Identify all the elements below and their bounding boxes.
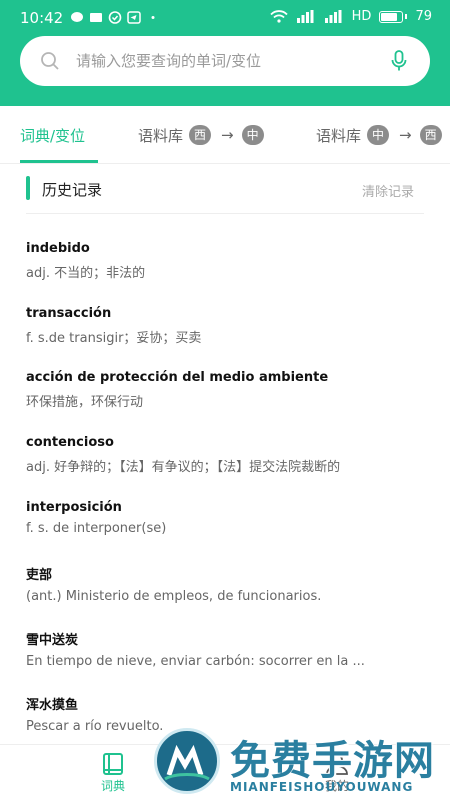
watermark-text: 免费手游网 xyxy=(230,738,435,784)
mail-icon xyxy=(90,13,102,22)
status-right: HD 79 xyxy=(270,9,432,24)
list-item[interactable]: 雪中送炭 En tiempo de nieve, enviar carbón: … xyxy=(26,616,426,681)
telegram-icon xyxy=(127,11,141,24)
status-time: 10:42 xyxy=(20,9,64,27)
list-item-definition: En tiempo de nieve, enviar carbón: socor… xyxy=(26,654,365,670)
check-circle-icon xyxy=(108,11,122,24)
history-header: 历史记录 清除记录 xyxy=(26,172,424,214)
search-icon xyxy=(41,52,59,70)
history-title: 历史记录 xyxy=(42,181,103,199)
search-input[interactable] xyxy=(76,48,376,74)
watermark-logo xyxy=(154,728,220,794)
clear-history-button[interactable]: 清除记录 xyxy=(362,181,414,200)
signal-icon xyxy=(296,10,314,23)
lang-badge-to: 西 xyxy=(419,125,442,145)
search-box[interactable] xyxy=(20,36,430,86)
list-item-definition: adj. 不当的；非法的 xyxy=(26,266,146,281)
wifi-icon xyxy=(270,10,288,23)
list-item-definition: 环保措施，环保行动 xyxy=(26,395,144,411)
book-icon xyxy=(103,753,123,775)
notification-icons xyxy=(70,11,160,24)
nav-dictionary[interactable]: 词典 xyxy=(68,745,158,800)
battery-icon xyxy=(379,10,404,23)
list-item-definition: (ant.) Ministerio de empleos, de funcion… xyxy=(26,589,322,605)
list-item-definition: adj. 好争辩的；【法】有争议的；【法】提交法院裁断的 xyxy=(26,460,341,476)
list-item[interactable]: transacción f. s.de transigir；妥协；买卖 xyxy=(26,293,426,358)
list-item-word: indebido xyxy=(26,241,90,256)
lang-badge-to: 中 xyxy=(241,125,264,145)
watermark-subtext: MIANFEISHOUYOUWANG xyxy=(230,780,414,794)
list-item-word: 雪中送炭 xyxy=(26,633,79,649)
tab-bar: 词典/变位 语料库 西 → 中 语料库 中 → 西 xyxy=(0,106,450,164)
tab-corpus-es-zh[interactable]: 语料库 西 → 中 xyxy=(138,106,264,163)
list-item[interactable]: 吏部 (ant.) Ministerio de empleos, de func… xyxy=(26,551,426,616)
list-item[interactable]: contencioso adj. 好争辩的；【法】有争议的；【法】提交法院裁断的 xyxy=(26,422,426,487)
history-accent-bar xyxy=(26,176,30,200)
list-item-word: acción de protección del medio ambiente xyxy=(26,370,329,386)
list-item-definition: f. s. de interponer(se) xyxy=(26,520,167,536)
watermark-m-icon xyxy=(164,744,210,781)
tab-corpus-label: 语料库 xyxy=(138,126,184,145)
tab-active-indicator xyxy=(20,160,98,163)
list-item-word: transacción xyxy=(26,305,112,321)
lang-badge-from: 中 xyxy=(367,125,390,145)
list-item-definition: f. s.de transigir；妥协；买卖 xyxy=(26,330,202,346)
list-item-word: interposición xyxy=(26,499,122,515)
microphone-icon[interactable] xyxy=(390,50,408,72)
dot-icon xyxy=(151,16,155,19)
lang-badge-from: 西 xyxy=(189,125,212,145)
tab-dictionary-label: 词典/变位 xyxy=(20,126,86,145)
battery-level: 79 xyxy=(415,9,432,24)
chat-icon xyxy=(71,12,83,22)
list-item[interactable]: interposición f. s. de interponer(se) xyxy=(26,487,426,552)
tab-corpus-label: 语料库 xyxy=(316,126,362,145)
battery-tip xyxy=(405,14,408,19)
list-item-word: 浑水摸鱼 xyxy=(26,697,79,713)
list-item[interactable]: acción de protección del medio ambiente … xyxy=(26,357,426,422)
history-list: indebido adj. 不当的；非法的 transacción f. s.d… xyxy=(26,228,426,746)
status-bar: 10:42 HD 79 xyxy=(0,0,450,36)
list-item-word: 吏部 xyxy=(26,568,53,584)
tab-corpus-zh-es[interactable]: 语料库 中 → 西 xyxy=(316,106,442,163)
nav-dictionary-label: 词典 xyxy=(100,779,125,793)
network-label: HD xyxy=(351,9,372,24)
arrow-right-icon: → xyxy=(399,126,412,144)
signal-icon-2 xyxy=(324,10,342,23)
list-item-word: contencioso xyxy=(26,435,114,451)
arrow-right-icon: → xyxy=(221,126,234,144)
tab-dictionary[interactable]: 词典/变位 xyxy=(20,106,86,163)
list-item[interactable]: indebido adj. 不当的；非法的 xyxy=(26,228,426,293)
app-header: 10:42 HD 79 xyxy=(0,0,450,106)
